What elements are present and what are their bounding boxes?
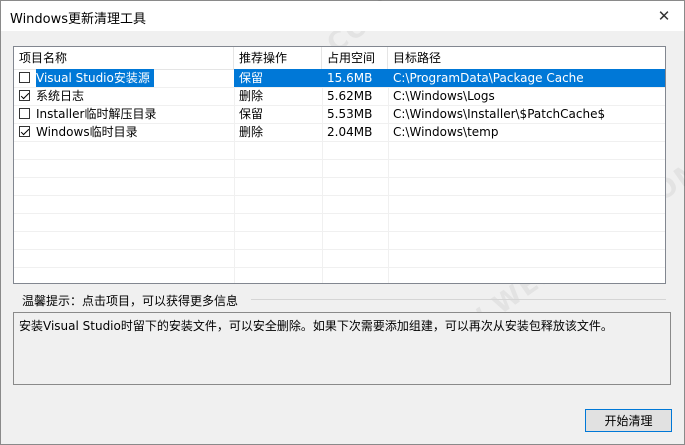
close-button[interactable]: ✕	[644, 1, 684, 31]
table-row[interactable]: Installer临时解压目录 保留 5.53MB C:\Windows\Ins…	[14, 105, 665, 123]
grid-row-line	[14, 177, 665, 178]
path-cell: C:\ProgramData\Package Cache	[388, 69, 665, 87]
path-cell: C:\Windows\Logs	[393, 89, 495, 103]
size-cell: 5.53MB	[327, 107, 373, 121]
description-box: 安装Visual Studio时留下的安装文件，可以安全删除。如果下次需要添加组…	[13, 312, 671, 385]
grid-row-line	[14, 249, 665, 250]
description-text: 安装Visual Studio时留下的安装文件，可以安全删除。如果下次需要添加组…	[19, 319, 613, 333]
action-cell: 删除	[239, 89, 264, 103]
title-bar: Windows更新清理工具 ✕	[1, 1, 684, 31]
row-checkbox[interactable]	[19, 72, 30, 83]
name-cell: Installer临时解压目录	[14, 105, 234, 123]
row-checkbox[interactable]	[19, 108, 30, 119]
size-cell: 5.62MB	[327, 89, 373, 103]
grid-row-line	[14, 195, 665, 196]
grid-row-line	[14, 159, 665, 160]
tip-label: 温馨提示：点击项目，可以获得更多信息	[22, 294, 239, 308]
path-cell: C:\Windows\temp	[393, 125, 499, 139]
name-cell: Windows临时目录	[14, 123, 234, 141]
size-cell: 15.6MB	[322, 69, 388, 87]
row-checkbox[interactable]	[19, 126, 30, 137]
action-cell: 删除	[239, 125, 264, 139]
column-header-action[interactable]: 推荐操作	[234, 47, 322, 69]
window-title: Windows更新清理工具	[10, 12, 147, 27]
action-cell: 保留	[234, 69, 322, 87]
table-row[interactable]: Visual Studio安装源 保留 15.6MB C:\ProgramDat…	[14, 69, 665, 87]
table-row[interactable]: 系统日志 删除 5.62MB C:\Windows\Logs	[14, 87, 665, 105]
app-window: WWW.WEIDOWN.COM WWW.WEIDOWN.COM Windows更…	[0, 0, 685, 445]
item-name: Installer临时解压目录	[36, 107, 157, 121]
action-cell: 保留	[239, 107, 264, 121]
item-name: 系统日志	[36, 89, 85, 103]
grid-row-line	[14, 231, 665, 232]
close-icon: ✕	[657, 7, 671, 25]
path-cell: C:\Windows\Installer\$PatchCache$	[393, 107, 606, 121]
grid-row-line	[14, 141, 665, 142]
name-cell: 系统日志	[14, 87, 234, 105]
column-header-size[interactable]: 占用空间	[322, 47, 388, 69]
column-header-name[interactable]: 项目名称	[14, 47, 234, 69]
cleanup-list[interactable]: 项目名称 推荐操作 占用空间 目标路径 Visual Studio安装源 保留	[13, 46, 666, 284]
column-header-path[interactable]: 目标路径	[388, 47, 665, 69]
row-checkbox[interactable]	[19, 90, 30, 101]
tip-divider	[251, 299, 666, 300]
item-name: Windows临时目录	[36, 125, 138, 139]
table-row[interactable]: Windows临时目录 删除 2.04MB C:\Windows\temp	[14, 123, 665, 141]
grid-row-line	[14, 267, 665, 268]
start-cleanup-button[interactable]: 开始清理	[585, 409, 672, 432]
size-cell: 2.04MB	[327, 125, 373, 139]
grid-row-line	[14, 213, 665, 214]
name-cell: Visual Studio安装源	[14, 69, 234, 87]
list-header: 项目名称 推荐操作 占用空间 目标路径	[14, 47, 665, 70]
item-name: Visual Studio安装源	[36, 69, 154, 87]
